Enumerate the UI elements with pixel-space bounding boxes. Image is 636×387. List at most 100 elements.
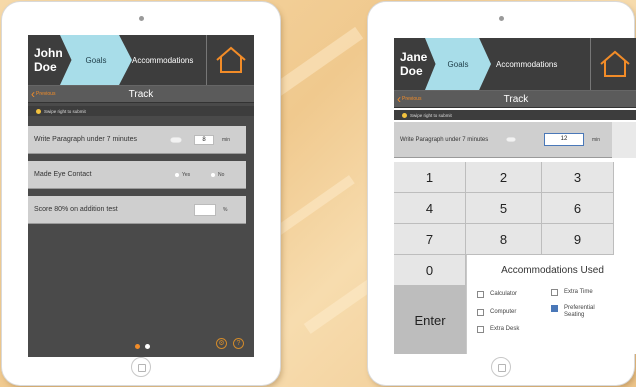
goal-toggle[interactable]: [170, 137, 182, 143]
page-indicator[interactable]: [135, 344, 155, 349]
keypad-key[interactable]: 6: [542, 193, 614, 224]
tab-accommodations-label: Accommodations: [132, 55, 194, 65]
background-streak: [275, 175, 355, 235]
goal-row: Write Paragraph under 7 minutes 12 min: [394, 122, 612, 158]
track-bar: ‹ Previous Track: [28, 85, 254, 103]
swipe-hint: Swipe right to submit: [28, 106, 254, 116]
checkbox-extra-desk[interactable]: Extra Desk: [477, 326, 519, 333]
keypad-key[interactable]: 3: [542, 162, 614, 193]
goal-value-input[interactable]: 12: [544, 133, 584, 146]
enter-button[interactable]: Enter: [394, 286, 466, 354]
home-hardware-button[interactable]: [131, 357, 151, 377]
tab-accommodations-label: Accommodations: [496, 59, 558, 69]
background-streak: [303, 278, 377, 334]
tab-accommodations[interactable]: Accommodations: [132, 35, 193, 85]
accommodations-panel: Accommodations Used Calculator Computer …: [466, 255, 636, 354]
goal-label: Made Eye Contact: [34, 171, 92, 178]
goal-unit: min: [592, 137, 601, 143]
left-screen: John Doe Goals Accommodations ‹ Previous: [28, 35, 254, 357]
checkbox-label: Computer: [490, 309, 517, 315]
previous-button[interactable]: ‹ Previous: [397, 91, 421, 108]
checkbox: [477, 309, 484, 316]
student-last-name: Doe: [34, 60, 57, 74]
accommodations-title: Accommodations Used: [501, 265, 604, 276]
previous-button[interactable]: ‹ Previous: [31, 86, 55, 103]
goal-label: Write Paragraph under 7 minutes: [34, 136, 137, 143]
radio-circle: [175, 173, 179, 177]
track-title: Track: [128, 89, 154, 100]
right-tablet: Jane Doe Goals Accommodations ‹ Previous: [368, 2, 636, 385]
home-button[interactable]: [206, 35, 254, 85]
keypad-key[interactable]: 4: [394, 193, 466, 224]
checkbox-label: Extra Time: [564, 289, 593, 295]
checkbox-checked: [551, 305, 558, 312]
goal-label: Score 80% on addition test: [34, 206, 118, 213]
checkbox-calculator[interactable]: Calculator: [477, 291, 517, 298]
goal-row: Score 80% on addition test %: [28, 196, 246, 224]
tab-goals[interactable]: Goals: [60, 35, 132, 85]
goal-label: Write Paragraph under 7 minutes: [400, 136, 489, 143]
keypad-key[interactable]: 0: [394, 255, 466, 286]
checkbox: [477, 326, 484, 333]
checkbox-preferential-seating[interactable]: Preferential Seating: [551, 305, 606, 319]
tab-goals[interactable]: Goals: [425, 38, 491, 90]
help-icon[interactable]: ?: [233, 338, 244, 349]
checkbox-extra-time[interactable]: Extra Time: [551, 289, 593, 296]
keypad-key[interactable]: 9: [542, 224, 614, 255]
camera: [499, 16, 504, 21]
radio-no[interactable]: No: [211, 172, 224, 178]
chevron-left-icon: ‹: [397, 92, 401, 106]
track-bar: ‹ Previous Track: [394, 90, 636, 108]
info-icon: [36, 108, 41, 114]
home-hardware-button[interactable]: [491, 357, 511, 377]
swipe-hint-text: Swipe right to submit: [410, 112, 452, 118]
checkbox: [551, 289, 558, 296]
previous-label: Previous: [36, 91, 56, 97]
swipe-hint: Swipe right to submit: [394, 110, 636, 120]
keypad-key[interactable]: 1: [394, 162, 466, 193]
goal-row: Write Paragraph under 7 minutes 8 min: [28, 126, 246, 154]
tab-accommodations[interactable]: Accommodations: [496, 38, 557, 90]
student-first-name: John: [34, 46, 63, 60]
checkbox-computer[interactable]: Computer: [477, 309, 516, 316]
radio-circle: [211, 173, 215, 177]
track-title: Track: [503, 94, 529, 105]
checkbox-label: Calculator: [490, 291, 518, 297]
keypad-key[interactable]: 8: [466, 224, 542, 255]
right-screen: Jane Doe Goals Accommodations ‹ Previous: [394, 38, 636, 354]
goal-row: Made Eye Contact Yes No: [28, 161, 246, 189]
header: Jane Doe Goals Accommodations: [394, 38, 636, 90]
home-icon: [599, 50, 630, 77]
tab-goals-label: Goals: [85, 55, 107, 65]
radio-yes[interactable]: Yes: [175, 172, 190, 178]
checkbox-label: Extra Desk: [490, 326, 520, 332]
tab-goals-label: Goals: [447, 59, 469, 69]
page-dot: [145, 344, 150, 349]
goal-unit: min: [222, 137, 231, 143]
goal-value-input[interactable]: 8: [194, 135, 214, 145]
left-tablet: John Doe Goals Accommodations ‹ Previous: [2, 2, 280, 385]
header: John Doe Goals Accommodations: [28, 35, 254, 85]
student-first-name: Jane: [400, 50, 428, 64]
previous-label: Previous: [402, 96, 422, 102]
goal-unit: %: [223, 207, 228, 213]
camera: [139, 16, 144, 21]
home-button[interactable]: [590, 38, 636, 90]
keypad-key[interactable]: 7: [394, 224, 466, 255]
goal-toggle[interactable]: [506, 137, 516, 142]
keypad-key[interactable]: 5: [466, 193, 542, 224]
radio-no-label: No: [218, 172, 225, 178]
checkbox-label: Preferential Seating: [564, 305, 595, 318]
student-name[interactable]: Jane Doe: [394, 38, 434, 90]
page-dot-active: [135, 344, 140, 349]
chevron-left-icon: ‹: [31, 87, 35, 101]
scroll-edge: [612, 122, 636, 158]
goal-value-input[interactable]: [194, 204, 216, 216]
swipe-hint-text: Swipe right to submit: [44, 108, 86, 114]
info-icon: [402, 112, 407, 118]
home-icon: [215, 46, 246, 73]
settings-icon[interactable]: ⚙: [216, 338, 227, 349]
student-last-name: Doe: [400, 64, 423, 78]
student-name[interactable]: John Doe: [28, 35, 68, 85]
keypad-key[interactable]: 2: [466, 162, 542, 193]
